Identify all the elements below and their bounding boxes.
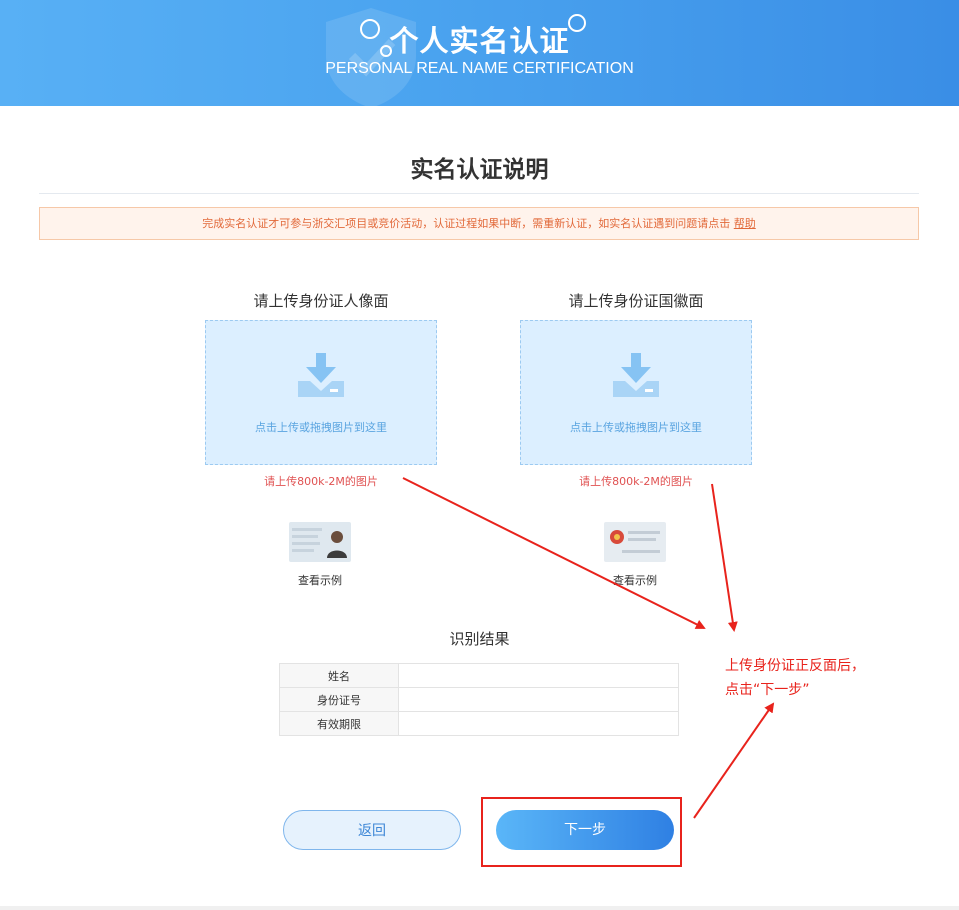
result-label-name: 姓名 [279, 663, 399, 688]
annotation-line: 点击“下一步” [725, 682, 810, 698]
annotation-text: 上传身份证正反面后， 点击“下一步” [725, 654, 925, 702]
result-label-id-number: 身份证号 [279, 687, 399, 712]
upload-front-label: 请上传身份证人像面 [253, 292, 389, 310]
page-subtitle: PERSONAL REAL NAME CERTIFICATION [325, 60, 634, 77]
upload-tray-icon [613, 353, 659, 397]
page-title: 个人实名认证 [389, 24, 570, 58]
dropzone-text: 点击上传或拖拽图片到这里 [255, 421, 387, 434]
result-title: 识别结果 [449, 630, 510, 648]
id-front-sample-image[interactable] [289, 522, 351, 562]
arrow-icon [693, 702, 775, 819]
back-button[interactable]: 返回 [283, 810, 461, 850]
upload-back-label: 请上传身份证国徽面 [568, 292, 704, 310]
result-value-validity [398, 711, 679, 736]
result-table: 姓名 身份证号 有效期限 [279, 663, 679, 736]
table-row: 身份证号 [279, 687, 679, 712]
section-title: 实名认证说明 [410, 157, 549, 183]
upload-back-dropzone[interactable]: 点击上传或拖拽图片到这里 [520, 320, 752, 465]
id-back-sample-image[interactable] [604, 522, 666, 562]
upload-front-dropzone[interactable]: 点击上传或拖拽图片到这里 [205, 320, 437, 465]
highlight-box [481, 797, 682, 867]
result-value-id-number [398, 687, 679, 712]
view-sample-link[interactable]: 查看示例 [260, 572, 380, 588]
help-link[interactable]: 帮助 [734, 217, 756, 230]
annotation-line: 上传身份证正反面后， [725, 658, 865, 674]
view-sample-link[interactable]: 查看示例 [575, 572, 695, 588]
upload-size-hint: 请上传800k-2M的图片 [579, 475, 693, 488]
divider [39, 193, 919, 194]
table-row: 有效期限 [279, 711, 679, 736]
footer-divider [0, 906, 959, 910]
arrow-icon [711, 483, 738, 632]
table-row: 姓名 [279, 663, 679, 688]
result-label-validity: 有效期限 [279, 711, 399, 736]
notice-text: 完成实名认证才可参与浙交汇项目或竞价活动，认证过程如果中断，需重新认证，如实名认… [202, 217, 734, 230]
upload-tray-icon [298, 353, 344, 397]
notice-bar: 完成实名认证才可参与浙交汇项目或竞价活动，认证过程如果中断，需重新认证，如实名认… [39, 207, 919, 240]
result-value-name [398, 663, 679, 688]
upload-size-hint: 请上传800k-2M的图片 [264, 475, 378, 488]
annotation-arrows [402, 477, 775, 819]
dropzone-text: 点击上传或拖拽图片到这里 [570, 421, 702, 434]
header-banner: 个人实名认证 PERSONAL REAL NAME CERTIFICATION [0, 0, 959, 106]
